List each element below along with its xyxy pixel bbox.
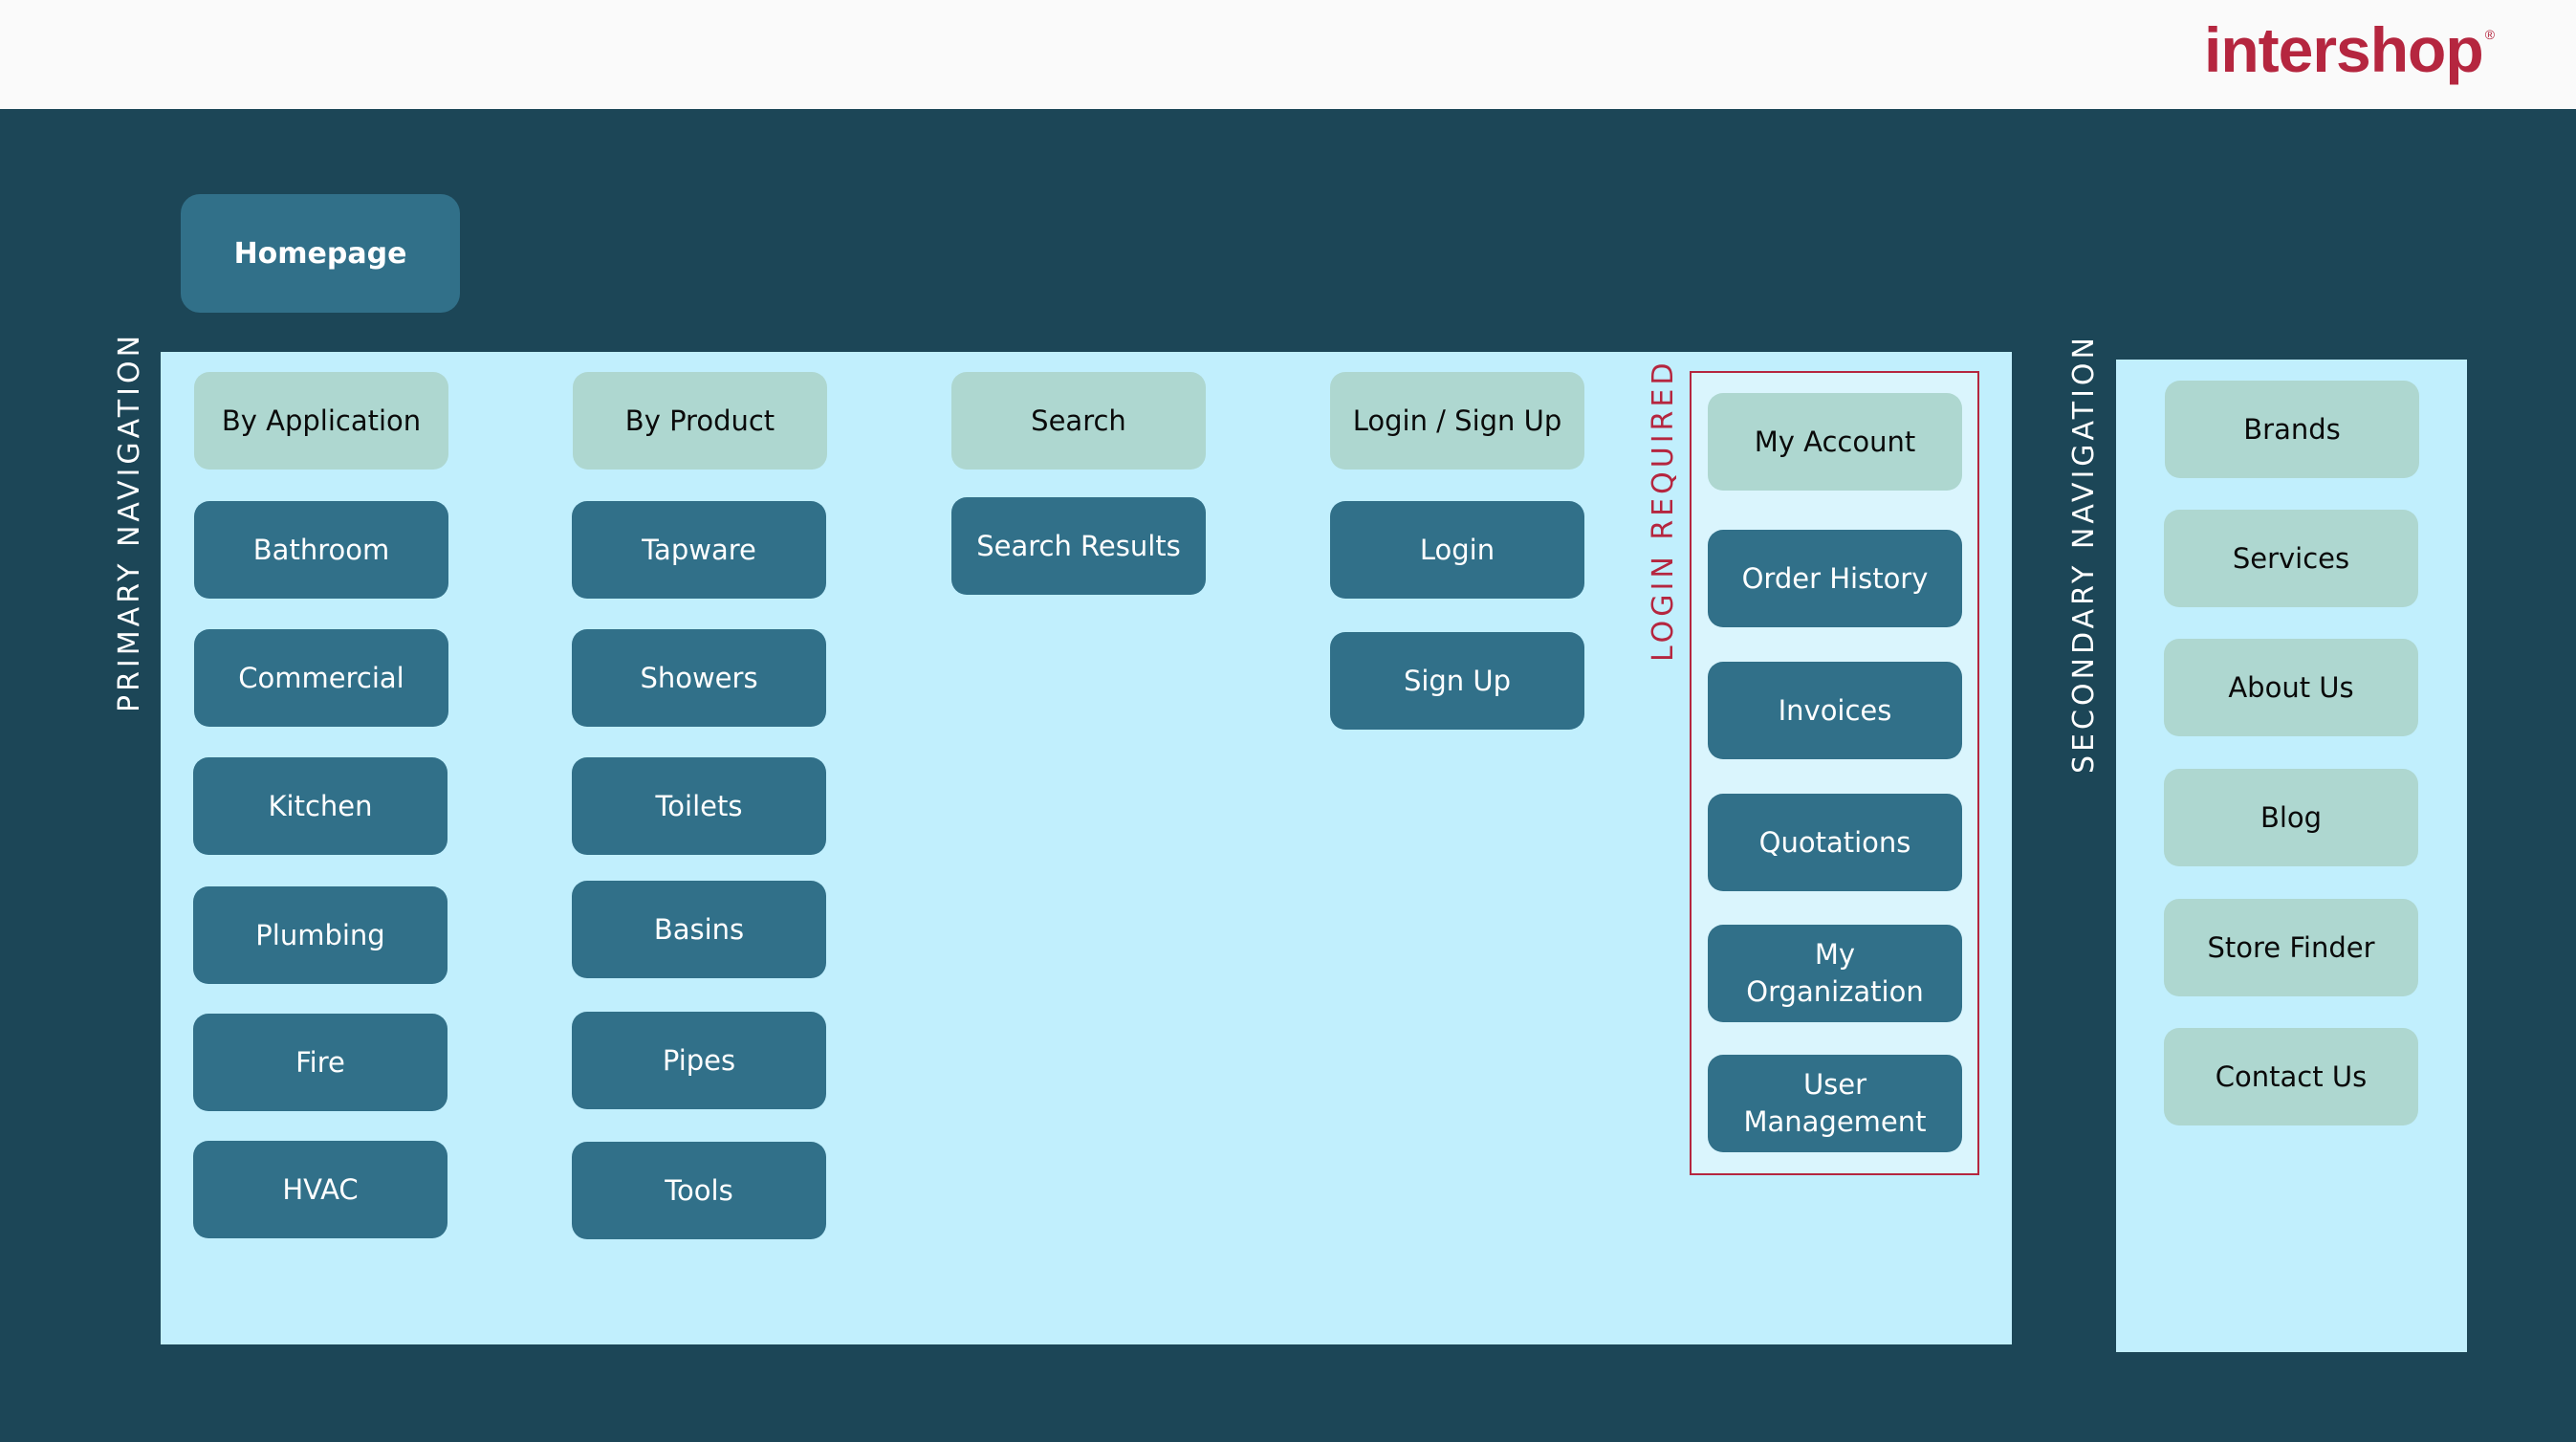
sign-up-node[interactable]: Sign Up xyxy=(1330,632,1584,730)
quotations-node[interactable]: Quotations xyxy=(1708,794,1962,891)
invoices-node[interactable]: Invoices xyxy=(1708,662,1962,759)
plumbing-node[interactable]: Plumbing xyxy=(193,886,448,984)
secondary-navigation-label: SECONDARY NAVIGATION xyxy=(2067,334,2101,774)
pipes-node[interactable]: Pipes xyxy=(572,1012,826,1109)
search-results-node[interactable]: Search Results xyxy=(951,497,1206,595)
toilets-node[interactable]: Toilets xyxy=(572,757,826,855)
contact-us-node[interactable]: Contact Us xyxy=(2164,1028,2418,1125)
brands-node[interactable]: Brands xyxy=(2165,381,2419,478)
basins-node[interactable]: Basins xyxy=(572,881,826,978)
search-node[interactable]: Search xyxy=(951,372,1206,470)
primary-navigation-label: PRIMARY NAVIGATION xyxy=(113,331,146,712)
by-application-node[interactable]: By Application xyxy=(194,372,448,470)
services-node[interactable]: Services xyxy=(2164,510,2418,607)
about-us-node[interactable]: About Us xyxy=(2164,639,2418,736)
registered-mark: ® xyxy=(2484,27,2495,42)
by-product-node[interactable]: By Product xyxy=(573,372,827,470)
login-node[interactable]: Login xyxy=(1330,501,1584,599)
showers-node[interactable]: Showers xyxy=(572,629,826,727)
login-required-label: LOGIN REQUIRED xyxy=(1647,359,1680,662)
store-finder-node[interactable]: Store Finder xyxy=(2164,899,2418,996)
logo-text: intershop xyxy=(2204,14,2484,85)
login-signup-node[interactable]: Login / Sign Up xyxy=(1330,372,1584,470)
my-account-node[interactable]: My Account xyxy=(1708,393,1962,491)
fire-node[interactable]: Fire xyxy=(193,1014,448,1111)
homepage-node[interactable]: Homepage xyxy=(181,194,460,313)
my-organization-node[interactable]: My Organization xyxy=(1708,925,1962,1022)
hvac-node[interactable]: HVAC xyxy=(193,1141,448,1238)
tools-node[interactable]: Tools xyxy=(572,1142,826,1239)
intershop-logo[interactable]: intershop ® xyxy=(2204,13,2495,86)
order-history-node[interactable]: Order History xyxy=(1708,530,1962,627)
tapware-node[interactable]: Tapware xyxy=(572,501,826,599)
blog-node[interactable]: Blog xyxy=(2164,769,2418,866)
user-management-node[interactable]: User Management xyxy=(1708,1055,1962,1152)
commercial-node[interactable]: Commercial xyxy=(194,629,448,727)
bathroom-node[interactable]: Bathroom xyxy=(194,501,448,599)
header-bar: intershop ® xyxy=(0,0,2576,109)
kitchen-node[interactable]: Kitchen xyxy=(193,757,448,855)
